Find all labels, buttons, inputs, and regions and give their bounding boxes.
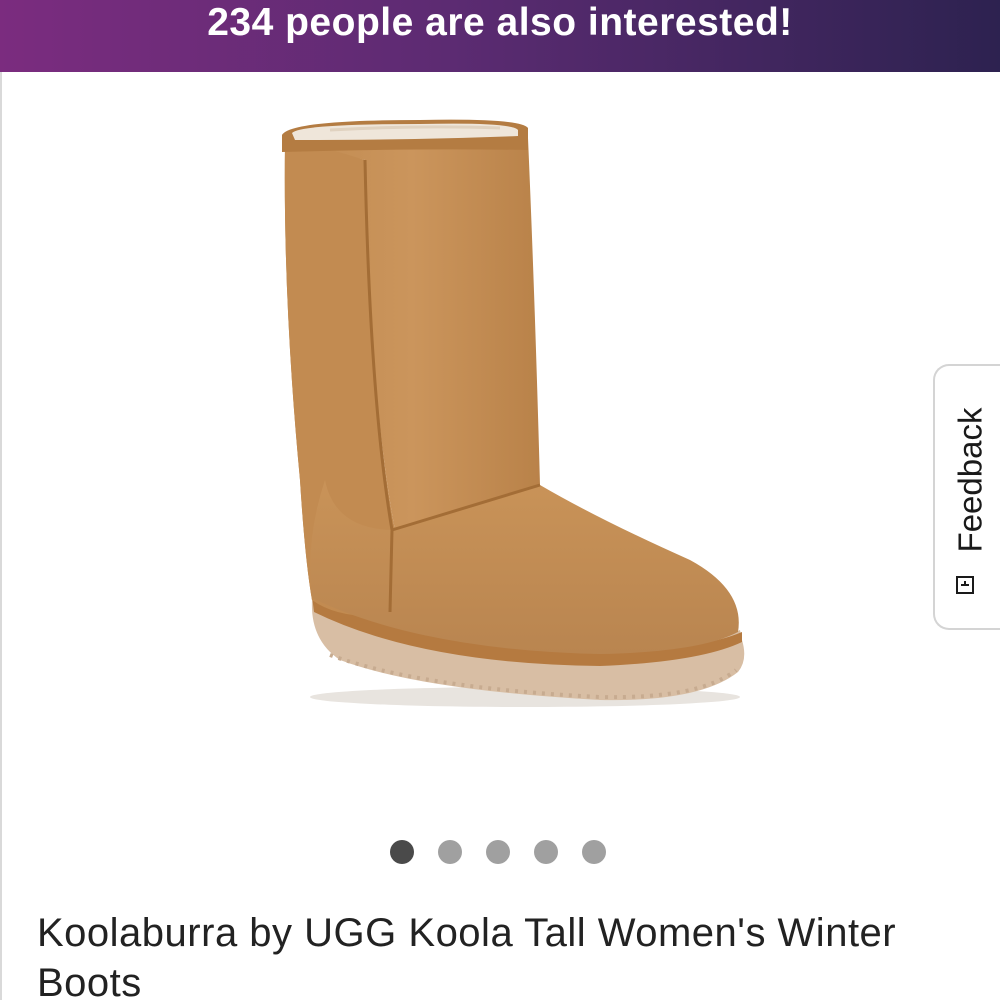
carousel-dots: [390, 840, 620, 864]
interest-banner-text: 234 people are also interested!: [207, 1, 793, 44]
carousel-dot-1[interactable]: [390, 840, 414, 864]
feedback-label[interactable]: Feedback: [951, 408, 989, 553]
page-border: [0, 72, 2, 1000]
product-image[interactable]: [250, 100, 770, 720]
interest-banner: 234 people are also interested!: [0, 0, 1000, 72]
carousel-dot-2[interactable]: [438, 840, 462, 864]
carousel-dot-3[interactable]: [486, 840, 510, 864]
feedback-icon[interactable]: [955, 575, 975, 595]
feedback-label-container[interactable]: Feedback: [950, 400, 990, 560]
product-title: Koolaburra by UGG Koola Tall Women's Win…: [37, 911, 897, 1005]
carousel-dot-5[interactable]: [582, 840, 606, 864]
carousel-dot-4[interactable]: [534, 840, 558, 864]
